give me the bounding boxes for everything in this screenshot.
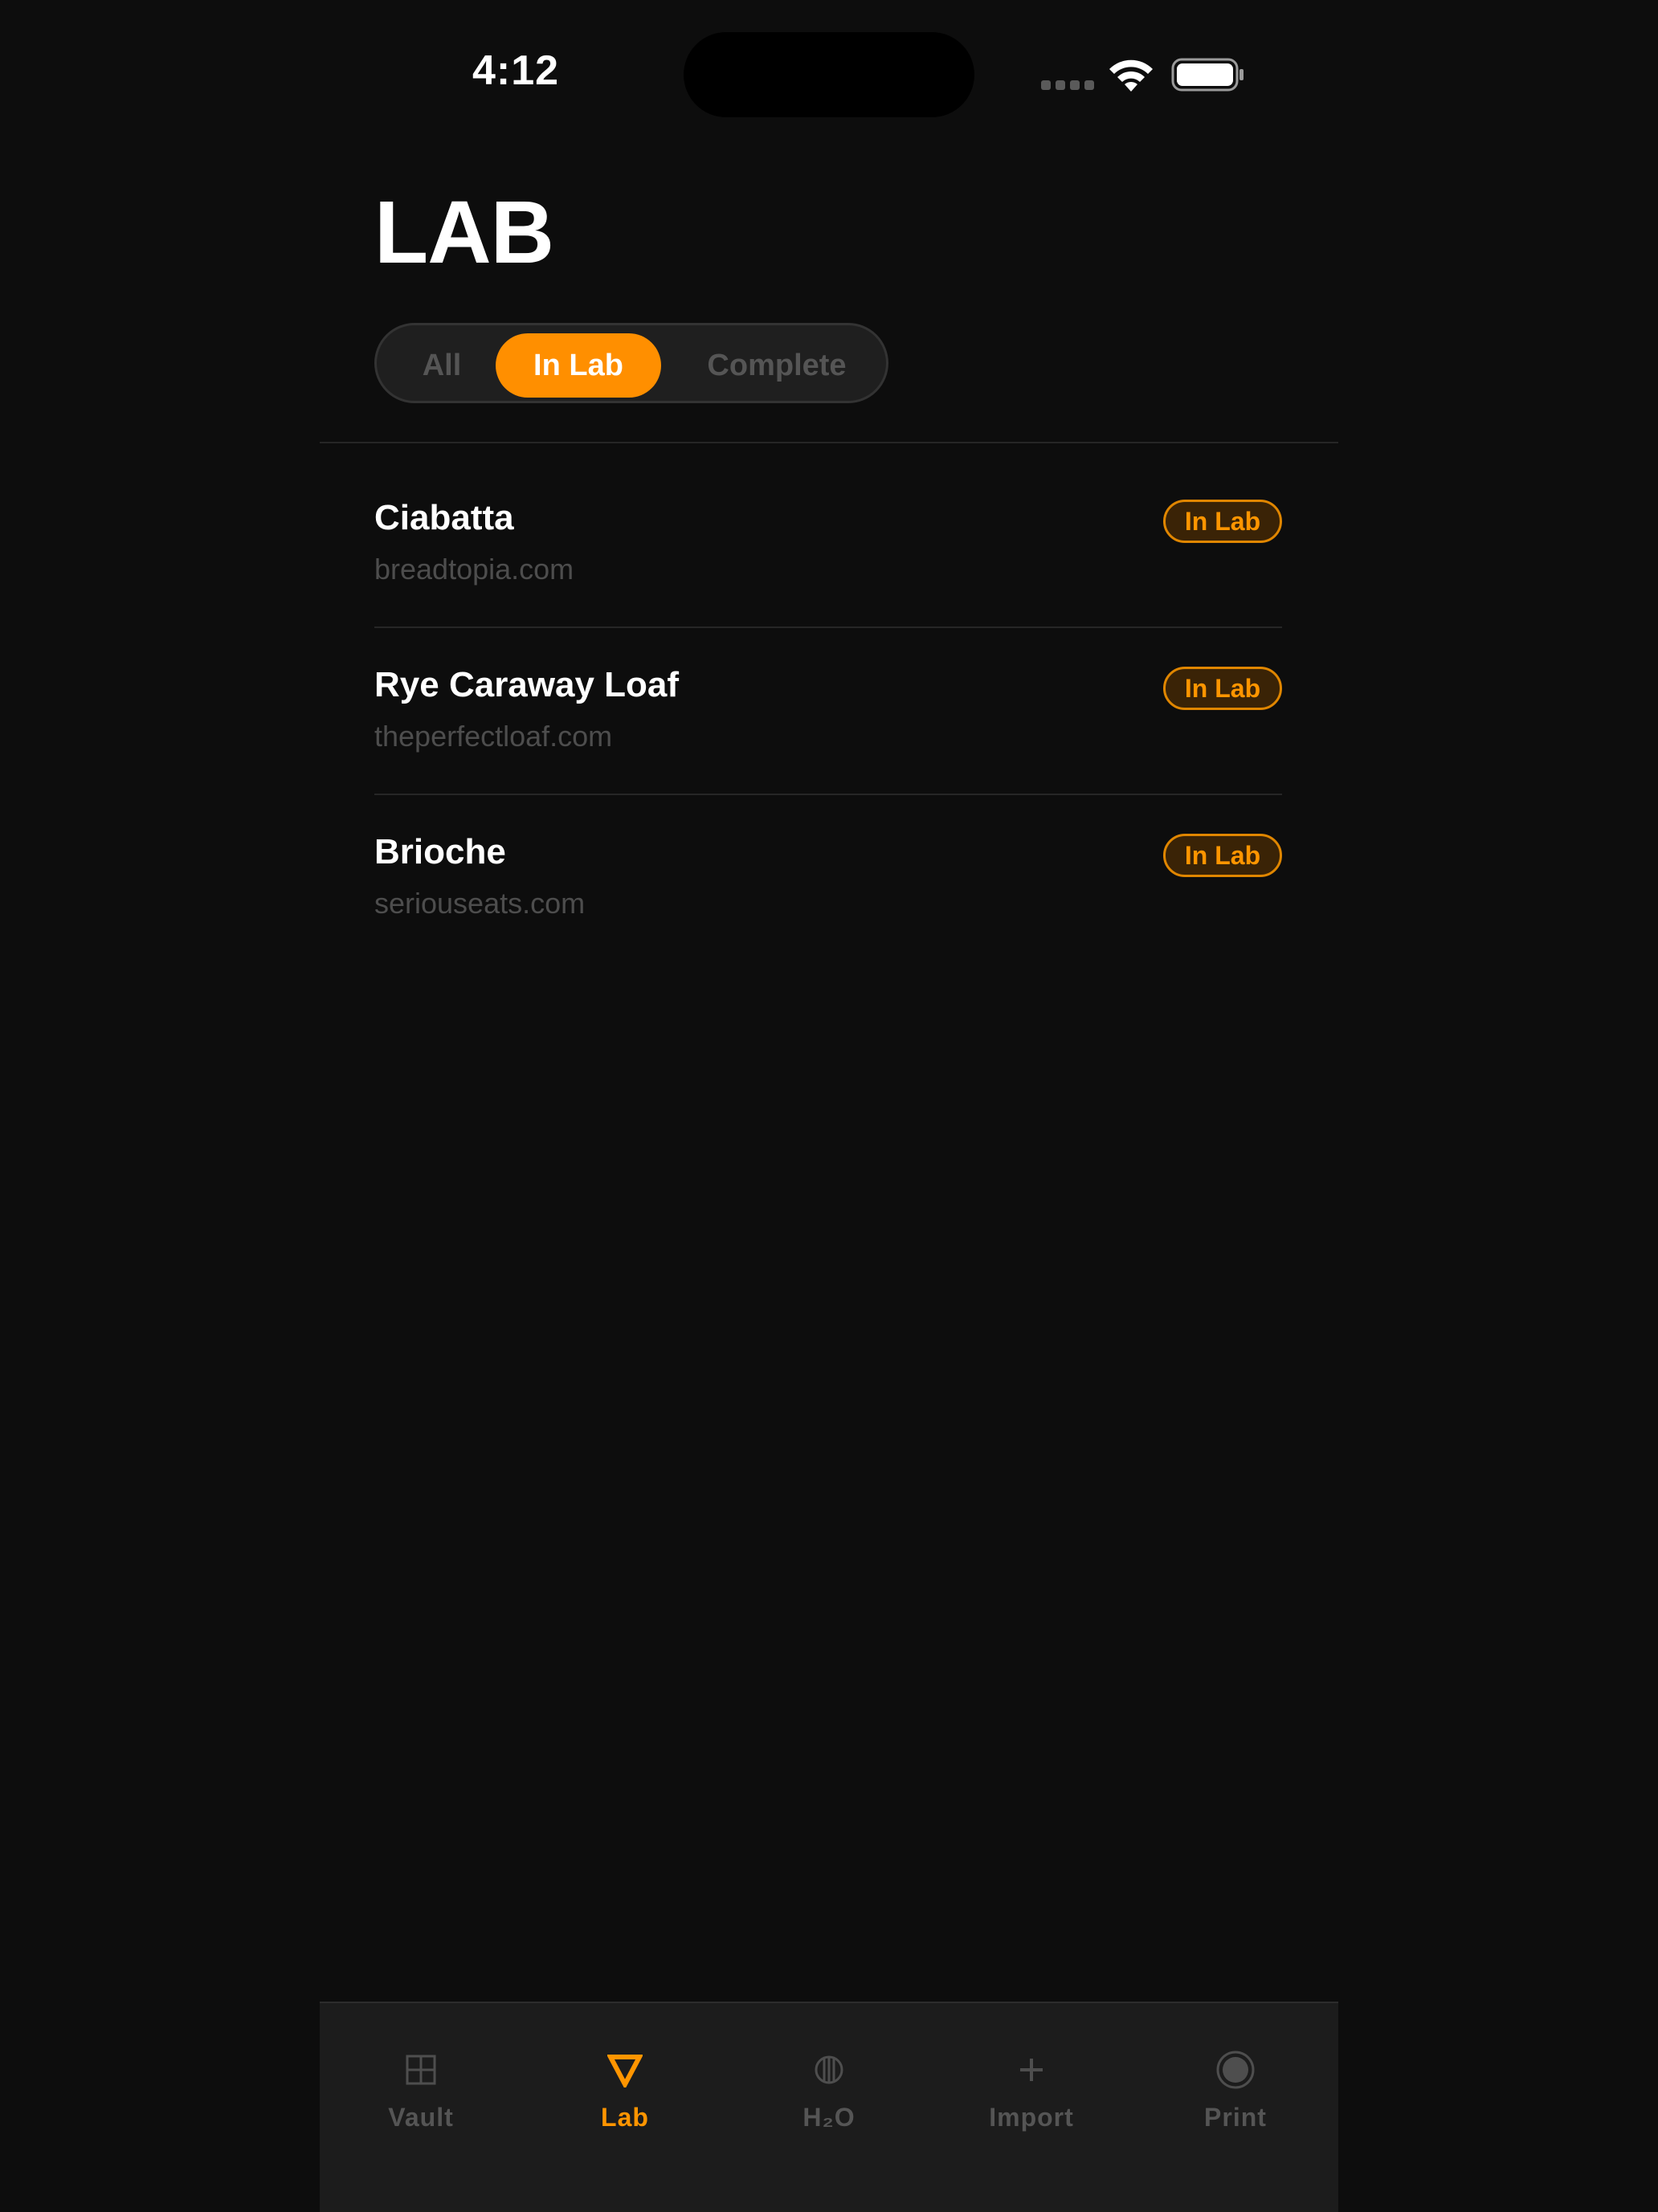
tab-h2o[interactable]: H₂O	[749, 2043, 909, 2140]
recipe-name: Rye Caraway Loaf	[374, 665, 680, 704]
recipe-list-item[interactable]: Ciabatta breadtopia.com In Lab	[374, 498, 1282, 664]
filter-in-lab-option[interactable]: In Lab	[496, 333, 661, 398]
status-badge: In Lab	[1163, 834, 1282, 877]
recipe-source: theperfectloaf.com	[374, 720, 613, 753]
tab-vault[interactable]: Vault	[341, 2043, 501, 2140]
tab-label: Print	[1204, 2103, 1267, 2132]
filter-complete-option[interactable]: Complete	[688, 333, 865, 398]
header-divider	[320, 442, 1338, 443]
cellular-signal-icon	[1041, 80, 1094, 92]
wifi-icon	[1109, 59, 1153, 92]
recipe-list-item[interactable]: Rye Caraway Loaf theperfectloaf.com In L…	[374, 665, 1282, 831]
tab-bar: Vault Lab H₂O Import Print	[320, 2002, 1338, 2212]
battery-icon	[1171, 58, 1244, 92]
status-filter-segmented-control: All In Lab Complete	[374, 323, 888, 403]
recipe-list-item[interactable]: Brioche seriouseats.com In Lab	[374, 832, 1282, 998]
plus-icon	[1020, 2059, 1043, 2081]
status-badge: In Lab	[1163, 500, 1282, 543]
recipe-name: Brioche	[374, 832, 506, 871]
status-time: 4:12	[472, 47, 560, 94]
tab-label: H₂O	[802, 2103, 856, 2132]
tab-label: Import	[989, 2103, 1074, 2132]
list-divider	[374, 626, 1282, 628]
grid-icon	[406, 2055, 436, 2085]
tab-print[interactable]: Print	[1155, 2043, 1316, 2140]
record-icon	[1216, 2051, 1255, 2089]
tab-import[interactable]: Import	[951, 2043, 1112, 2140]
triangle-down-icon	[607, 2055, 643, 2088]
water-circle-icon	[815, 2055, 843, 2084]
status-badge: In Lab	[1163, 667, 1282, 710]
recipe-source: seriouseats.com	[374, 887, 586, 920]
tab-label: Lab	[601, 2103, 649, 2132]
list-divider	[374, 794, 1282, 795]
page-title: LAB	[374, 183, 554, 282]
filter-all-option[interactable]: All	[406, 333, 478, 398]
dynamic-island	[684, 32, 974, 117]
app-screen: 4:12 LAB All In Lab Complete Ciabatta br…	[320, 0, 1338, 2212]
recipe-source: breadtopia.com	[374, 553, 574, 586]
tab-label: Vault	[388, 2103, 454, 2132]
tab-lab[interactable]: Lab	[545, 2043, 705, 2140]
recipe-name: Ciabatta	[374, 498, 514, 537]
